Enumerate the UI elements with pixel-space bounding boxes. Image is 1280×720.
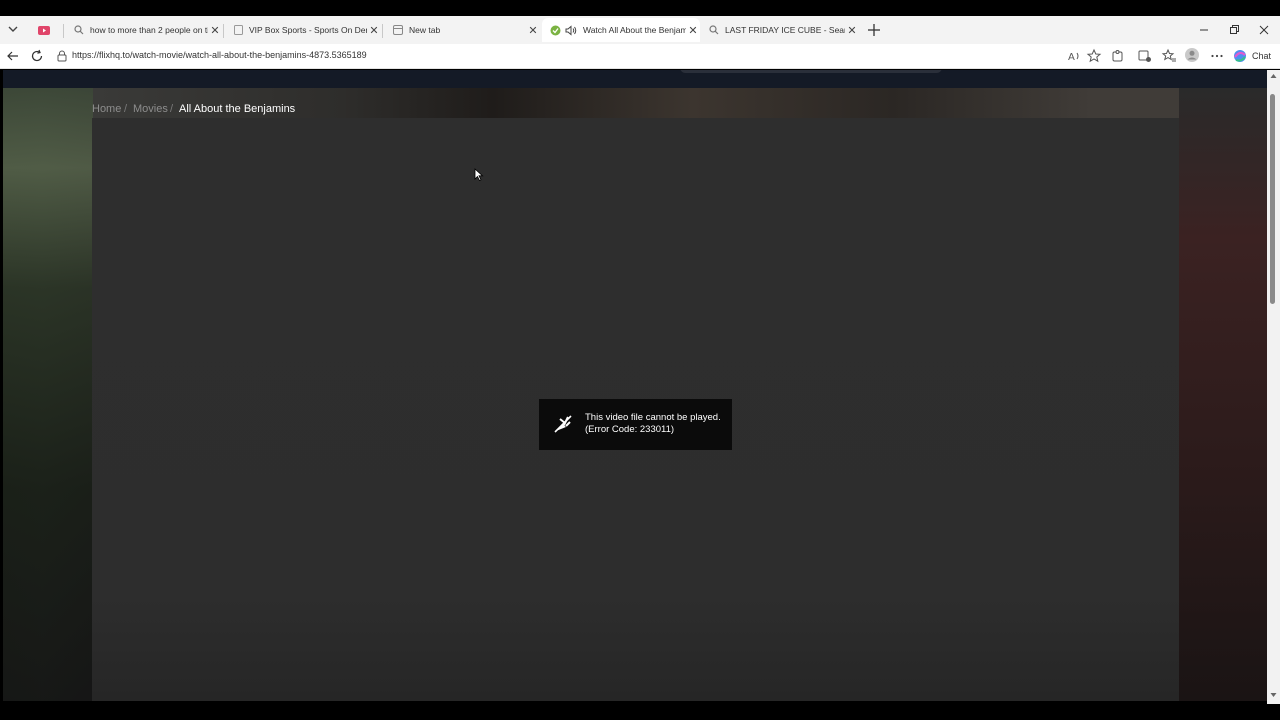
new-tab-button[interactable] <box>866 22 882 38</box>
scroll-up-arrow-icon[interactable] <box>1270 73 1277 79</box>
restore-icon <box>1230 25 1239 34</box>
copilot-icon <box>1234 50 1246 62</box>
refresh-button[interactable] <box>29 48 45 64</box>
close-window-button[interactable] <box>1256 22 1272 38</box>
breadcrumb-separator: / <box>170 103 174 115</box>
tab-label: Watch All About the Benjamins <box>583 25 686 35</box>
scroll-down-arrow-icon[interactable] <box>1270 692 1277 698</box>
error-message: This video file cannot be played. <box>585 412 721 423</box>
error-code: (Error Code: 233011) <box>585 424 675 435</box>
web-page: Home / Movies / All About the Benjamins <box>3 70 1267 701</box>
close-icon[interactable]: ✕ <box>208 24 222 37</box>
close-icon[interactable]: ✕ <box>845 24 859 37</box>
copilot-chat-button[interactable]: Chat <box>1233 48 1275 64</box>
search-icon <box>74 25 84 35</box>
window-bottom-bar <box>0 704 1280 720</box>
favorite-button[interactable] <box>1086 48 1102 64</box>
search-icon <box>709 25 719 35</box>
site-icon <box>550 25 561 35</box>
close-icon <box>1259 25 1269 35</box>
chat-label: Chat <box>1252 51 1272 61</box>
site-search-bar[interactable] <box>680 70 942 73</box>
tab-label: New tab <box>409 25 441 35</box>
breadcrumb-separator: / <box>124 103 128 115</box>
backdrop-image-right <box>1179 88 1267 701</box>
read-aloud-icon: A <box>1068 52 1079 63</box>
lock-icon <box>57 50 67 62</box>
close-icon[interactable]: ✕ <box>686 24 700 37</box>
split-screen-icon <box>1138 50 1151 62</box>
youtube-icon <box>38 25 50 35</box>
window-top-bar <box>0 0 1280 16</box>
address-bar[interactable]: https://flixhq.to/watch-movie/watch-all-… <box>72 50 367 60</box>
breadcrumb-current: All About the Benjamins <box>179 103 296 115</box>
tab-label: LAST FRIDAY ICE CUBE - Search <box>725 25 845 35</box>
tab-list-dropdown-button[interactable] <box>4 20 22 38</box>
site-info-button[interactable] <box>55 49 69 63</box>
breadcrumb-movies-link[interactable]: Movies <box>133 103 168 115</box>
tab-label: how to more than 2 people on tiktok <box>90 25 208 35</box>
close-icon[interactable]: ✕ <box>367 24 381 37</box>
svg-text:A: A <box>1068 52 1075 63</box>
page-icon <box>234 25 243 35</box>
tab-tiktok-search[interactable]: how to more than 2 people on tiktok ✕ <box>66 18 222 42</box>
tab-new-tab[interactable]: New tab ✕ <box>385 18 540 42</box>
site-header-strip <box>3 70 1267 88</box>
tab-watch-benjamins[interactable]: Watch All About the Benjamins ✕ <box>542 18 700 42</box>
tab-last-friday-search[interactable]: LAST FRIDAY ICE CUBE - Search ✕ <box>701 18 859 42</box>
star-icon <box>1086 48 1102 63</box>
plus-icon <box>868 24 880 36</box>
mouse-cursor-icon <box>474 168 484 182</box>
puzzle-icon <box>1112 50 1123 62</box>
read-aloud-button[interactable]: A <box>1067 48 1083 64</box>
video-error-icon <box>554 415 572 433</box>
video-error-text: This video file cannot be played. (Error… <box>585 412 721 436</box>
settings-menu-button[interactable] <box>1209 48 1225 64</box>
extensions-button[interactable] <box>1110 48 1126 64</box>
split-screen-button[interactable] <box>1137 48 1153 64</box>
restore-button[interactable] <box>1226 22 1242 38</box>
more-icon <box>1211 54 1223 58</box>
minimize-icon <box>1200 29 1208 31</box>
speaker-icon[interactable] <box>565 24 577 36</box>
favorites-button[interactable] <box>1161 48 1177 64</box>
tab-vipbox[interactable]: VIP Box Sports - Sports On Demand ✕ <box>226 18 381 42</box>
tab-label: VIP Box Sports - Sports On Demand <box>249 25 367 35</box>
back-button[interactable] <box>5 48 21 64</box>
backdrop-image-left <box>3 88 93 701</box>
favorites-icon <box>1161 48 1176 62</box>
refresh-icon <box>31 49 43 62</box>
avatar-icon <box>1185 48 1199 62</box>
chevron-down-icon <box>8 26 18 32</box>
newtab-icon <box>393 25 403 35</box>
close-icon[interactable]: ✕ <box>526 24 540 37</box>
breadcrumb-home-link[interactable]: Home <box>92 103 121 115</box>
tab-youtube[interactable] <box>30 18 60 42</box>
profile-button[interactable] <box>1184 47 1200 63</box>
tab-strip: how to more than 2 people on tiktok ✕ VI… <box>0 16 1280 44</box>
scrollbar-thumb[interactable] <box>1270 94 1275 304</box>
minimize-button[interactable] <box>1196 22 1212 38</box>
back-arrow-icon <box>7 51 18 61</box>
